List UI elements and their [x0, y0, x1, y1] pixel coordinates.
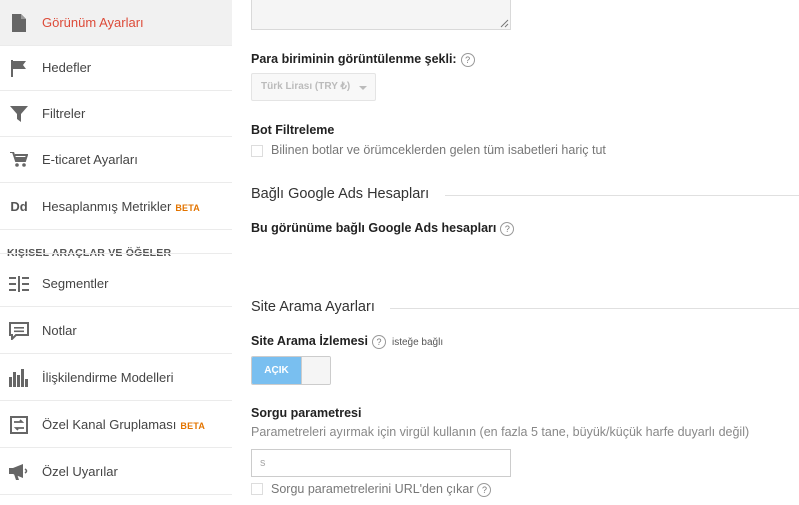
sidebar-item-label: Hesaplanmış Metrikler [42, 199, 172, 214]
query-parameter-description: Parametreleri ayırmak için virgül kullan… [251, 425, 750, 439]
sidebar-item-view-settings[interactable]: Görünüm Ayarları [0, 0, 232, 46]
sidebar-item-notes[interactable]: Notlar [0, 308, 232, 354]
sidebar-item-label: Görünüm Ayarları [42, 15, 144, 30]
bar-chart-icon [9, 368, 29, 388]
channel-grouping-icon [9, 415, 29, 435]
site-search-section-title: Site Arama Ayarları [251, 299, 375, 315]
site-search-toggle[interactable]: AÇIK [251, 356, 331, 385]
main-content: Para biriminin görüntülenme şekli:? Türk… [232, 0, 799, 505]
sidebar-item-label: Özel Kanal Gruplaması [42, 417, 177, 432]
query-parameter-input[interactable]: s [251, 449, 511, 477]
help-icon[interactable]: ? [460, 52, 475, 67]
dd-icon: Dd [10, 199, 28, 214]
query-parameter-label: Sorgu parametresi [251, 406, 362, 420]
segments-icon [9, 274, 29, 294]
strip-query-label: Sorgu parametrelerini URL'den çıkar? [271, 482, 492, 497]
divider [0, 253, 232, 254]
funnel-icon [9, 104, 29, 124]
sidebar-item-segments[interactable]: Segmentler [0, 261, 232, 307]
sidebar-item-label: E-ticaret Ayarları [42, 152, 138, 167]
document-icon [9, 13, 29, 33]
toggle-on-label: AÇIK [252, 357, 301, 384]
help-icon[interactable]: ? [477, 482, 492, 497]
google-ads-label: Bu görünüme bağlı Google Ads hesapları? [251, 221, 515, 236]
beta-badge: BETA [180, 421, 206, 431]
resize-grip-icon[interactable] [500, 19, 509, 28]
site-search-tracking-label: Site Arama İzlemesi? isteğe bağlı [251, 334, 444, 349]
notes-icon [9, 321, 29, 341]
optional-note: isteğe bağlı [391, 337, 444, 348]
sidebar-item-label: Özel Uyarılar [42, 464, 118, 479]
sidebar-item-filters[interactable]: Filtreler [0, 91, 232, 137]
sidebar-item-label: İlişkilendirme Modelleri [42, 370, 174, 385]
toggle-knob [301, 357, 330, 384]
sidebar-item-label: Notlar [42, 323, 77, 338]
sidebar-item-custom-alerts[interactable]: Özel Uyarılar [0, 449, 232, 495]
chevron-down-icon [359, 86, 367, 90]
bot-filter-checkbox-label: Bilinen botlar ve örümceklerden gelen tü… [271, 143, 606, 157]
cart-icon [9, 150, 29, 170]
sidebar-item-label: Hedefler [42, 60, 92, 75]
sidebar-item-goals[interactable]: Hedefler [0, 45, 232, 91]
sidebar-item-custom-channel-grouping[interactable]: Özel Kanal Gruplaması BETA [0, 402, 232, 448]
sidebar: Görünüm Ayarları Hedefler Filtreler E-ti… [0, 0, 232, 505]
flag-icon [9, 58, 29, 78]
google-ads-section-title: Bağlı Google Ads Hesapları [251, 186, 430, 202]
megaphone-icon [9, 462, 29, 482]
help-icon[interactable]: ? [500, 221, 515, 236]
sidebar-item-attribution-models[interactable]: İlişkilendirme Modelleri [0, 355, 232, 401]
sidebar-item-label: Segmentler [42, 276, 109, 291]
bot-filter-label: Bot Filtreleme [251, 123, 335, 137]
currency-select[interactable]: Türk Lirası (TRY ₺) [251, 73, 376, 101]
sidebar-item-label: Filtreler [42, 106, 86, 121]
textarea[interactable] [251, 0, 511, 30]
sidebar-item-ecommerce[interactable]: E-ticaret Ayarları [0, 137, 232, 183]
section-divider [390, 308, 799, 309]
beta-badge: BETA [175, 203, 200, 213]
bot-filter-checkbox[interactable] [251, 145, 263, 157]
help-icon[interactable]: ? [371, 334, 386, 349]
section-divider [445, 195, 799, 196]
currency-label: Para biriminin görüntülenme şekli:? [251, 52, 475, 67]
sidebar-item-calculated-metrics[interactable]: Dd Hesaplanmış Metrikler BETA [0, 184, 232, 230]
strip-query-checkbox[interactable] [251, 483, 263, 495]
